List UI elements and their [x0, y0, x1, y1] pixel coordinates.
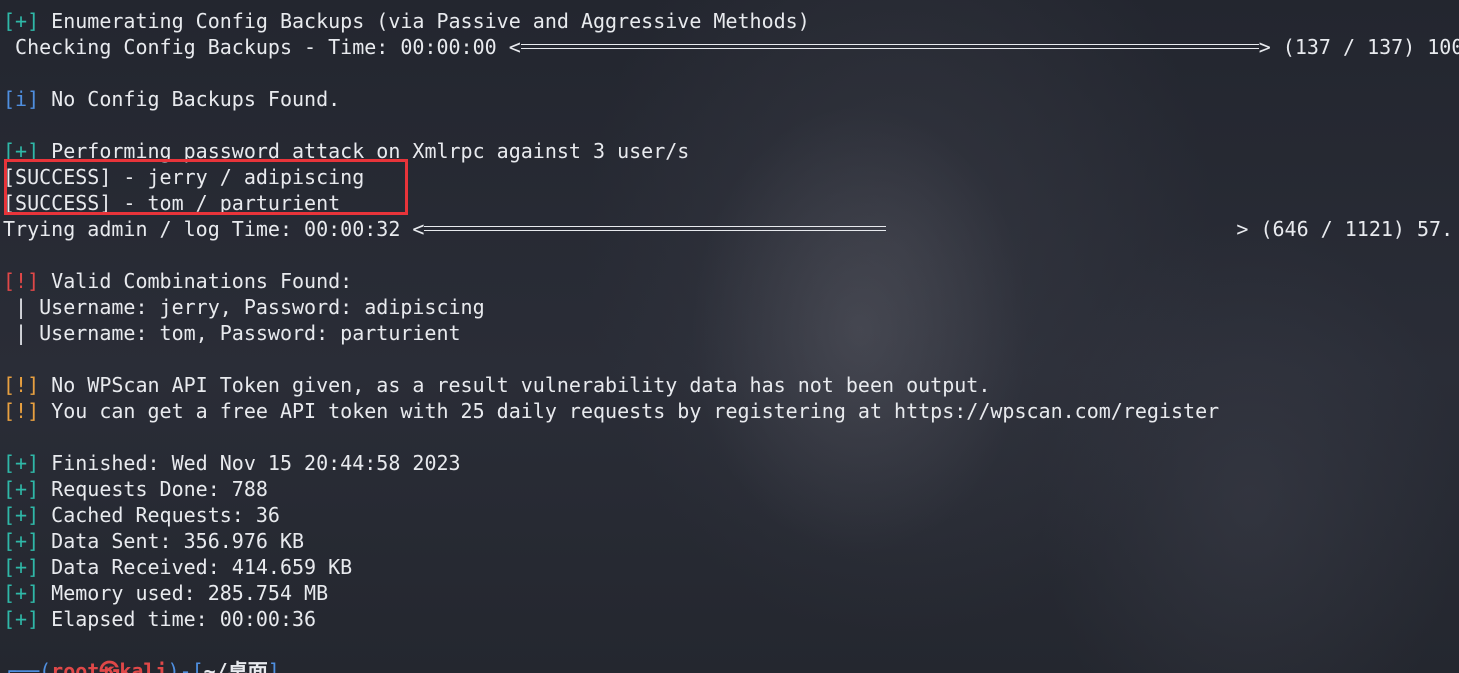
- warning-tag: [!]: [3, 399, 40, 423]
- attack-progress-line: Trying admin / log Time: 00:00:32 < > (64…: [3, 216, 1459, 242]
- plus-tag: [+]: [3, 607, 40, 631]
- line-text: Valid Combinations Found:: [39, 269, 353, 293]
- prompt-directory: ~/桌面: [203, 659, 268, 673]
- line-text: Elapsed time: 00:00:36: [39, 607, 317, 631]
- attack-progress-bar: <: [412, 216, 887, 242]
- line-text: Enumerating Config Backups (via Passive …: [39, 9, 810, 33]
- plus-tag: [+]: [3, 477, 40, 501]
- prompt-frame: )-[: [167, 659, 204, 673]
- arrow-left-icon: <: [508, 35, 521, 59]
- prompt-frame: ]: [267, 659, 280, 673]
- stat-line: [+] Requests Done: 788: [3, 476, 1459, 502]
- stat-line: [+] Cached Requests: 36: [3, 502, 1459, 528]
- line-text: Cached Requests: 36: [39, 503, 280, 527]
- progress-label: Trying admin / log Time: 00:00:32: [3, 217, 413, 241]
- progress-rail: [424, 226, 887, 231]
- stat-line: [+] Memory used: 285.754 MB: [3, 580, 1459, 606]
- plus-tag: [+]: [3, 503, 40, 527]
- plus-tag: [+]: [3, 555, 40, 579]
- valid-section-line: [!] Valid Combinations Found:: [3, 268, 1459, 294]
- line-text: You can get a free API token with 25 dai…: [39, 399, 1220, 423]
- terminal-output: [+] Enumerating Config Backups (via Pass…: [3, 8, 1459, 673]
- stat-line: [+] Finished: Wed Nov 15 20:44:58 2023: [3, 450, 1459, 476]
- credential-line: | Username: tom, Password: parturient: [3, 321, 461, 345]
- line-text: No Config Backups Found.: [39, 87, 341, 111]
- config-progress-line: Checking Config Backups - Time: 00:00:00…: [3, 34, 1459, 60]
- warning-tag: [!]: [3, 373, 40, 397]
- shell-prompt[interactable]: ┌──(root㉿kali)-[~/桌面]: [3, 658, 1459, 673]
- alert-tag: [!]: [3, 269, 40, 293]
- config-section-line: [+] Enumerating Config Backups (via Pass…: [3, 8, 1459, 34]
- arrow-right-icon: >: [1258, 35, 1271, 59]
- plus-tag: [+]: [3, 9, 40, 33]
- prompt-frame: ┌──(: [3, 659, 52, 673]
- info-tag: [i]: [3, 87, 40, 111]
- stat-line: [+] Data Received: 414.659 KB: [3, 554, 1459, 580]
- attack-progress-remaining: >: [886, 216, 1248, 242]
- arrow-right-icon: >: [1236, 217, 1249, 241]
- prompt-user: root㉿kali: [51, 659, 168, 673]
- warning-line: [!] No WPScan API Token given, as a resu…: [3, 372, 1459, 398]
- success-highlight-box: [4, 159, 408, 215]
- config-info-line: [i] No Config Backups Found.: [3, 86, 1459, 112]
- line-text: Finished: Wed Nov 15 20:44:58 2023: [39, 451, 461, 475]
- line-text: Data Sent: 356.976 KB: [39, 529, 305, 553]
- progress-label: Checking Config Backups - Time: 00:00:00: [3, 35, 509, 59]
- plus-tag: [+]: [3, 581, 40, 605]
- plus-tag: [+]: [3, 451, 40, 475]
- stat-line: [+] Elapsed time: 00:00:36: [3, 606, 1459, 632]
- line-text: No WPScan API Token given, as a result v…: [39, 373, 991, 397]
- plus-tag: [+]: [3, 529, 40, 553]
- progress-count: (646 / 1121) 57.: [1248, 217, 1454, 241]
- line-text: Data Received: 414.659 KB: [39, 555, 353, 579]
- stat-line: [+] Data Sent: 356.976 KB: [3, 528, 1459, 554]
- arrow-left-icon: <: [412, 217, 425, 241]
- line-text: Requests Done: 788: [39, 477, 268, 501]
- progress-rail: [520, 44, 1259, 49]
- credential-line: | Username: jerry, Password: adipiscing: [3, 295, 485, 319]
- line-text: Memory used: 285.754 MB: [39, 581, 329, 605]
- progress-count: (137 / 137) 100.: [1270, 35, 1459, 59]
- warning-line: [!] You can get a free API token with 25…: [3, 398, 1459, 424]
- config-progress-bar: < >: [509, 34, 1271, 60]
